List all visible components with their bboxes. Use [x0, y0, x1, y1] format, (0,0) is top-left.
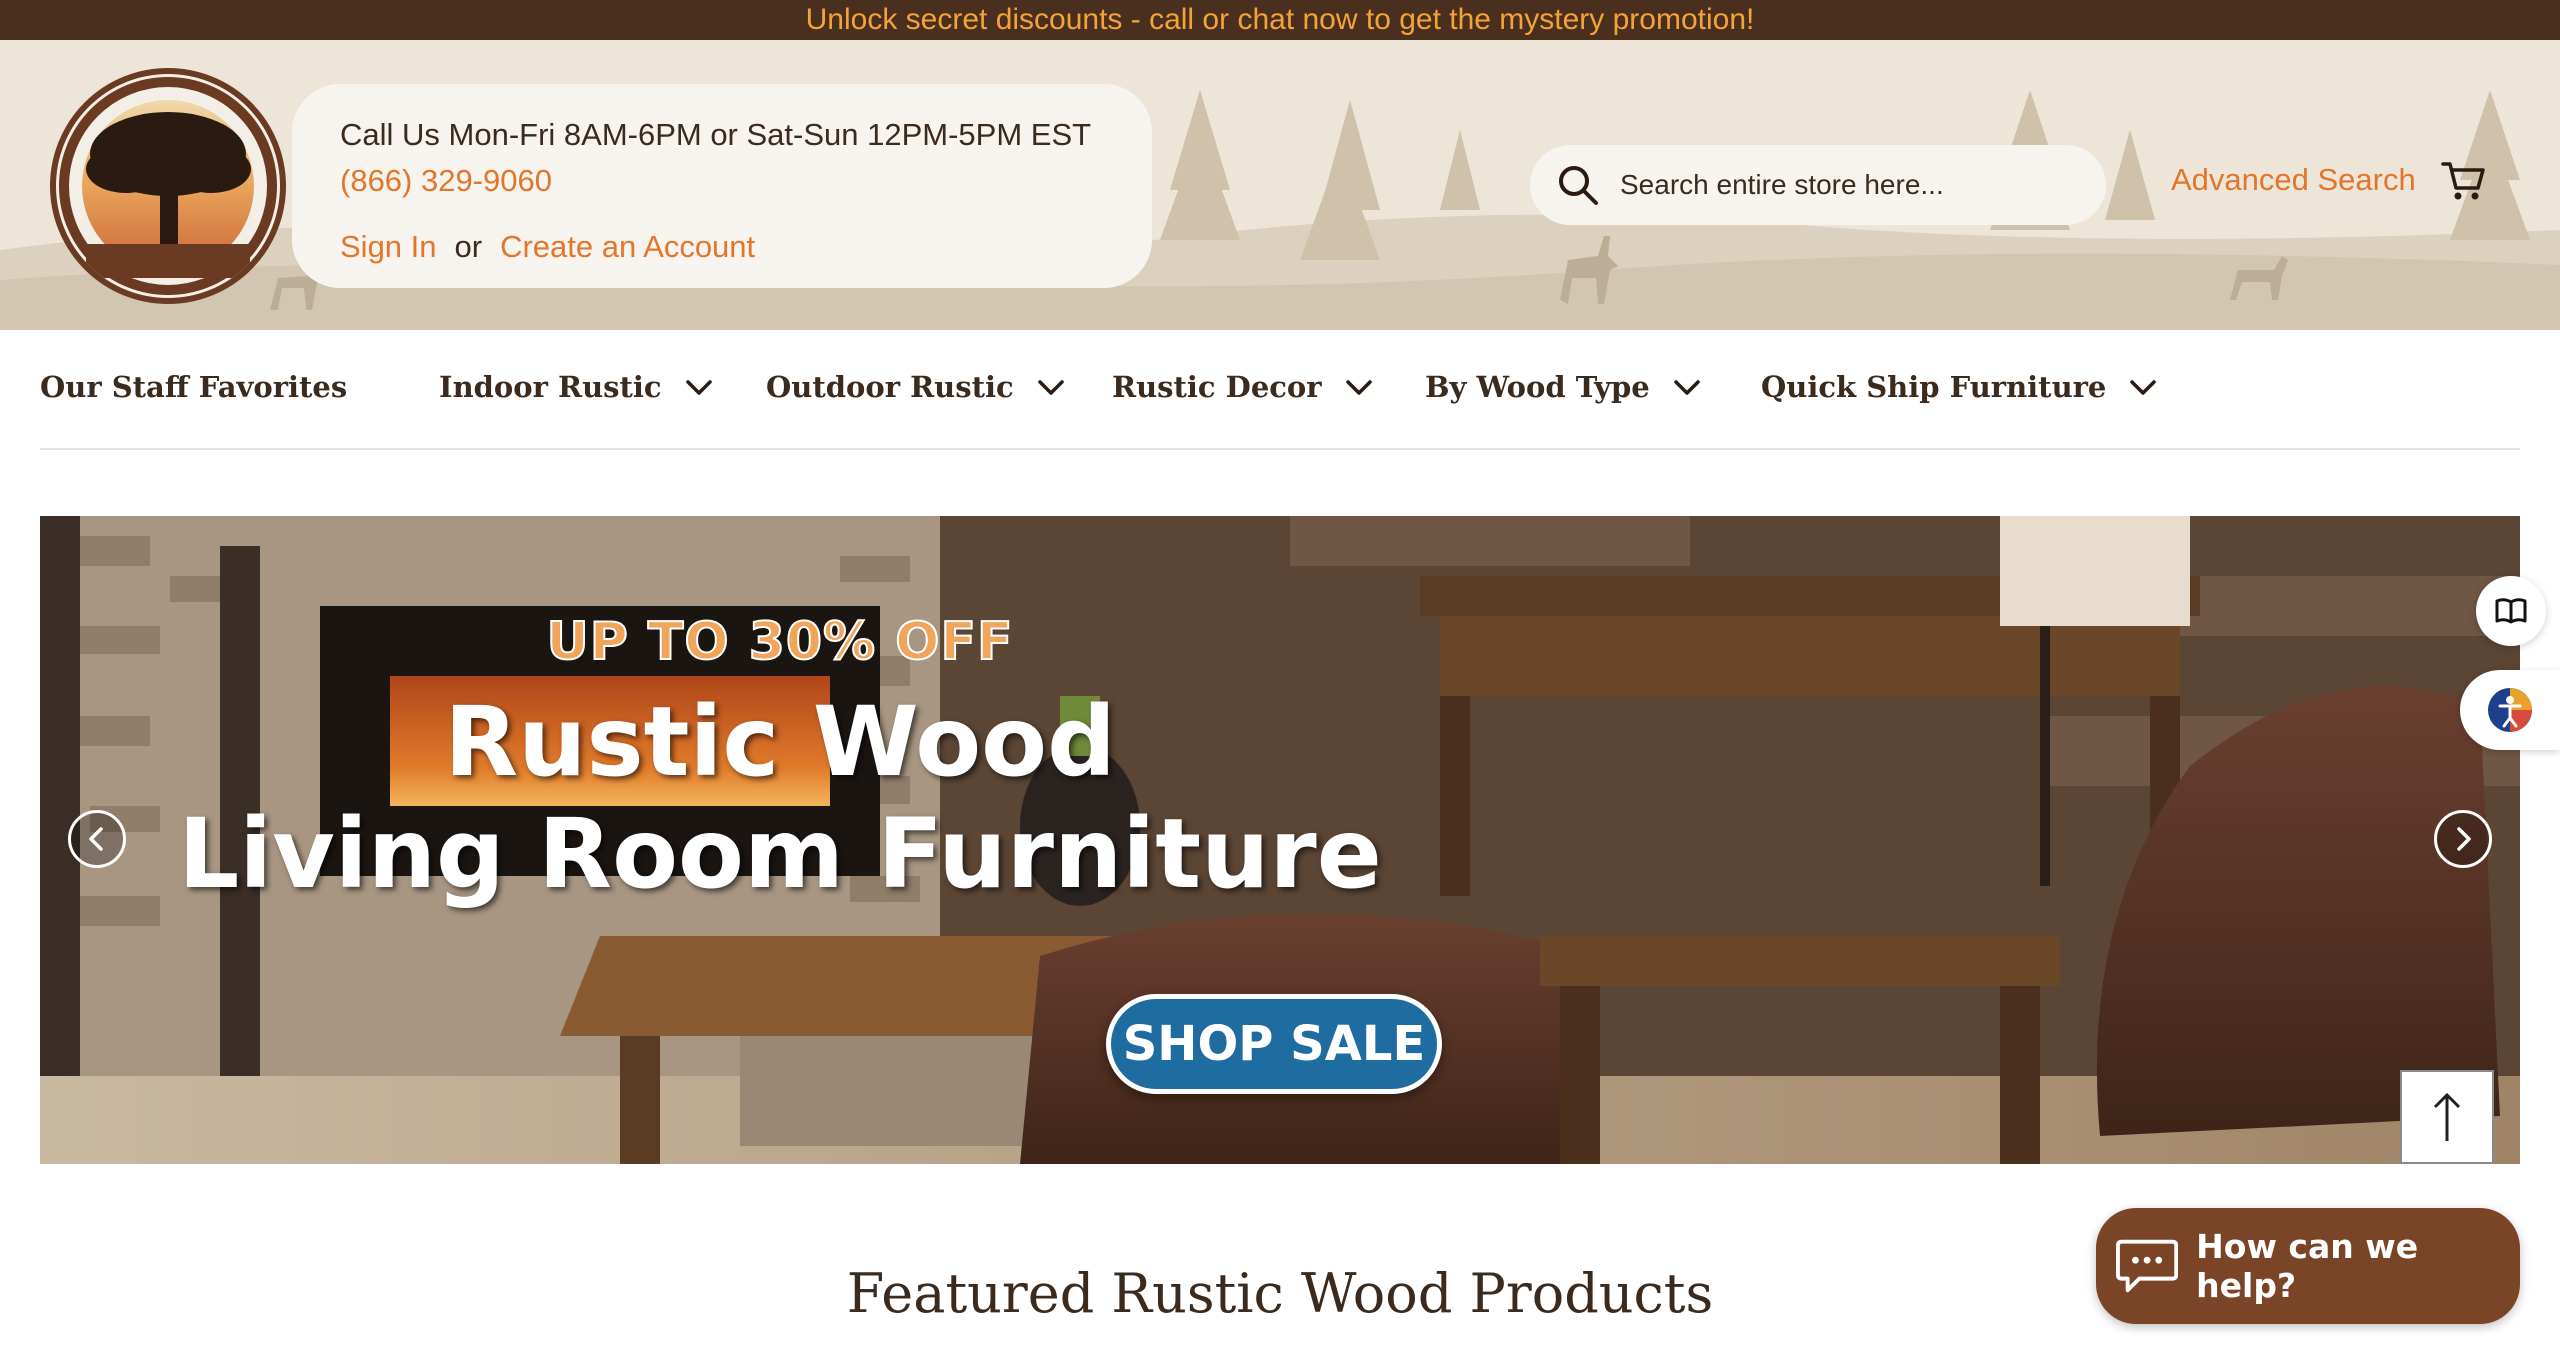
promo-text: Unlock secret discounts - call or chat n…	[805, 3, 1755, 36]
store-logo[interactable]	[50, 68, 286, 304]
nav-item-label: Indoor Rustic	[439, 370, 662, 404]
business-hours: Call Us Mon-Fri 8AM-6PM or Sat-Sun 12PM-…	[340, 117, 1092, 152]
create-account-link[interactable]: Create an Account	[500, 229, 755, 264]
hero-title-line1: Rustic Wood	[444, 686, 1116, 798]
book-icon	[2495, 598, 2527, 624]
nav-item-label: Outdoor Rustic	[766, 370, 1014, 404]
chevron-right-icon	[2457, 827, 2471, 851]
nav-item-label: Quick Ship Furniture	[1761, 370, 2107, 404]
chevron-down-icon	[2130, 380, 2157, 395]
nav-item-indoor-rustic[interactable]: Indoor Rustic	[439, 370, 714, 404]
account-links: Sign In or Create an Account	[340, 224, 1104, 270]
hero-title-line2: Living Room Furniture	[178, 798, 1382, 910]
chevron-down-icon	[1345, 380, 1372, 395]
carousel-next-button[interactable]	[2434, 810, 2492, 868]
chevron-down-icon	[1037, 380, 1064, 395]
chat-bubble-icon	[2116, 1239, 2179, 1293]
nav-item-staff-favorites[interactable]: Our Staff Favorites	[40, 370, 347, 404]
hero-promo-text: UP TO 30% OFF	[545, 611, 1014, 673]
carousel-prev-button[interactable]	[68, 810, 126, 868]
nav-item-label: Our Staff Favorites	[40, 370, 348, 404]
phone-link[interactable]: (866) 329-9060	[340, 158, 1104, 204]
nav-item-outdoor-rustic[interactable]: Outdoor Rustic	[766, 370, 1066, 404]
shop-sale-button[interactable]: SHOP SALE	[1106, 994, 1442, 1094]
search-bar[interactable]	[1530, 145, 2106, 225]
back-to-top-button[interactable]	[2400, 1070, 2494, 1164]
reading-mode-button[interactable]	[2476, 576, 2546, 646]
sign-in-link[interactable]: Sign In	[340, 229, 437, 264]
arrow-up-icon	[2433, 1092, 2461, 1141]
accessibility-icon	[2488, 688, 2532, 732]
advanced-search-link[interactable]: Advanced Search	[2171, 162, 2416, 198]
nav-item-by-wood-type[interactable]: By Wood Type	[1425, 370, 1702, 404]
cart-icon[interactable]	[2440, 158, 2486, 204]
nav-item-label: Rustic Decor	[1112, 370, 1322, 404]
nav-item-label: By Wood Type	[1425, 370, 1650, 404]
hero-banner[interactable]: UP TO 30% OFF Rustic Wood Living Room Fu…	[40, 516, 2520, 1164]
logo-tree-icon	[59, 77, 277, 295]
main-nav: Our Staff Favorites Indoor Rustic Outdoo…	[40, 330, 2520, 450]
chevron-left-icon	[89, 827, 103, 851]
search-input[interactable]	[1620, 169, 2060, 201]
chevron-down-icon	[1673, 380, 1700, 395]
site-header: Call Us Mon-Fri 8AM-6PM or Sat-Sun 12PM-…	[0, 40, 2560, 330]
chevron-down-icon	[685, 380, 712, 395]
chat-widget-button[interactable]: How can we help?	[2096, 1208, 2520, 1324]
chat-label: How can we help?	[2196, 1227, 2419, 1305]
promo-bar: Unlock secret discounts - call or chat n…	[0, 0, 2560, 40]
or-text: or	[454, 229, 483, 264]
nav-item-rustic-decor[interactable]: Rustic Decor	[1112, 370, 1374, 404]
nav-item-quick-ship[interactable]: Quick Ship Furniture	[1761, 370, 2158, 404]
contact-card: Call Us Mon-Fri 8AM-6PM or Sat-Sun 12PM-…	[292, 84, 1152, 288]
accessibility-button[interactable]	[2460, 670, 2560, 750]
search-icon[interactable]	[1556, 163, 1600, 207]
